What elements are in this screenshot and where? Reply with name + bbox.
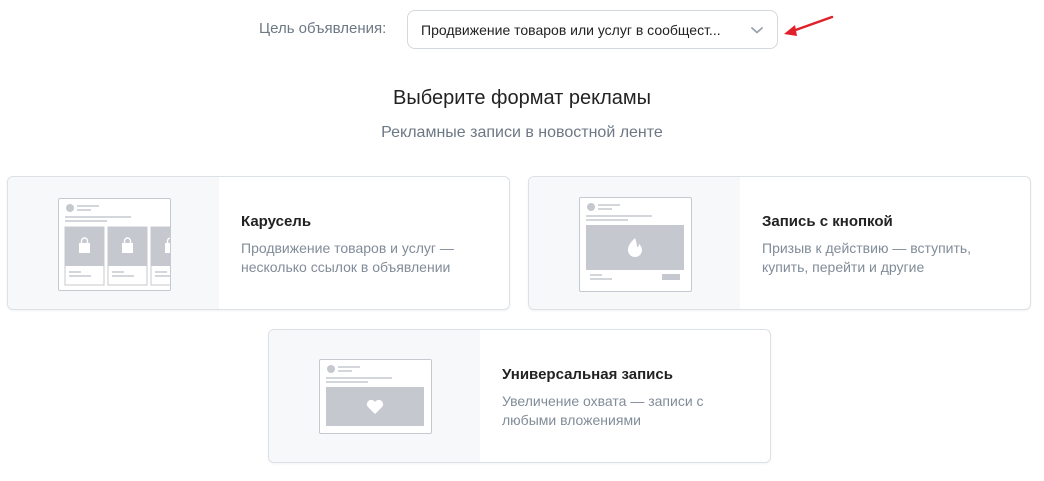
goal-select-value: Продвижение товаров или услуг в сообщест… [421, 21, 721, 38]
universal-post-preview [269, 330, 480, 462]
ad-format-page: Цель объявления: Продвижение товаров или… [0, 0, 1044, 481]
goal-select[interactable]: Продвижение товаров или услуг в сообщест… [407, 10, 778, 49]
format-description: Призыв к действию — вступить, купить, пе… [762, 240, 972, 275]
format-title: Универсальная запись [502, 366, 673, 383]
carousel-mockup [58, 198, 171, 291]
format-title: Карусель [241, 213, 312, 230]
format-title: Запись с кнопкой [762, 213, 893, 230]
universal-post-info: Универсальная запись Увеличение охвата —… [480, 330, 770, 462]
format-description: Продвижение товаров и услуг — несколько … [241, 240, 454, 275]
goal-label: Цель объявления: [259, 20, 387, 37]
page-subtitle: Рекламные записи в новостной ленте [381, 124, 663, 141]
chevron-down-icon [751, 26, 763, 33]
button-post-mockup [579, 197, 692, 292]
carousel-preview [8, 177, 219, 309]
button-post-info: Запись с кнопкой Призыв к действию — вст… [740, 177, 1030, 309]
page-title: Выберите формат рекламы [393, 87, 651, 109]
format-card-button-post[interactable]: Запись с кнопкой Призыв к действию — вст… [528, 176, 1031, 310]
button-post-preview [529, 177, 740, 309]
format-card-carousel[interactable]: Карусель Продвижение товаров и услуг — н… [7, 176, 510, 310]
annotation-arrow-icon [784, 15, 834, 36]
universal-post-mockup [319, 359, 432, 434]
format-description: Увеличение охвата — записи с любыми влож… [502, 393, 704, 428]
carousel-info: Карусель Продвижение товаров и услуг — н… [219, 177, 509, 309]
format-card-universal-post[interactable]: Универсальная запись Увеличение охвата —… [268, 329, 771, 463]
